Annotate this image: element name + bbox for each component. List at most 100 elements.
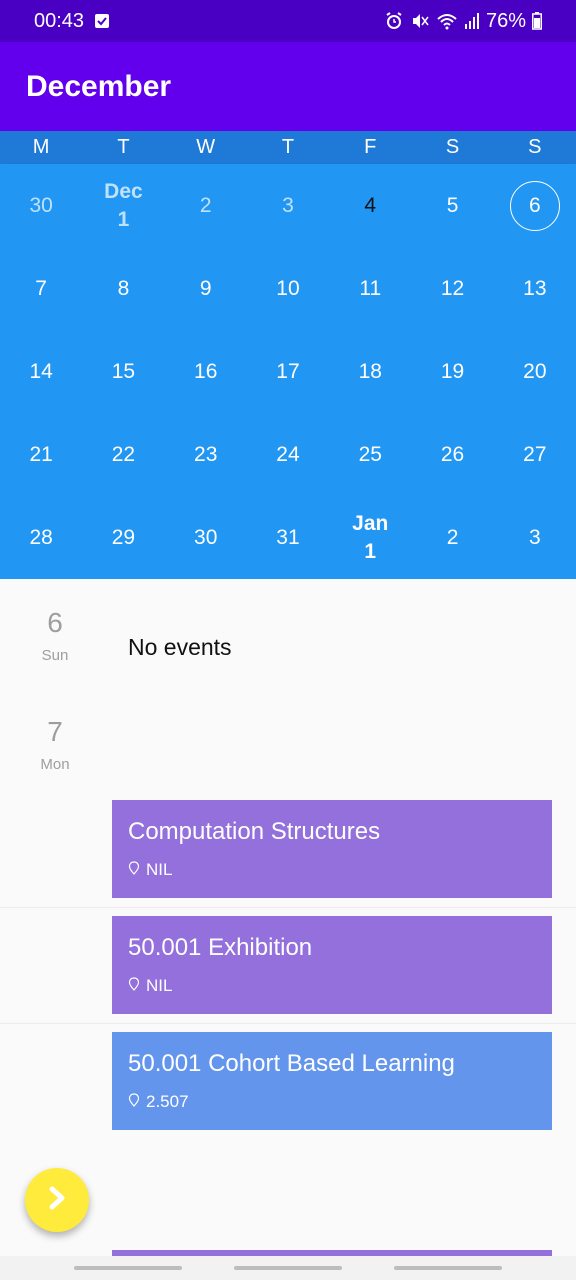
calendar-day-cell[interactable]: 7 [0,247,82,330]
calendar-day-number: 31 [276,525,300,549]
calendar-day-cell[interactable]: 22 [82,413,164,496]
event-location: NIL [146,860,173,879]
calendar-day-cell[interactable]: 28 [0,496,82,579]
weekday-label: W [196,136,216,158]
calendar-day-cell[interactable]: 27 [494,413,576,496]
calendar-day-cell[interactable]: 2 [411,496,493,579]
calendar-day-cell[interactable]: 16 [165,330,247,413]
event-card[interactable]: Computation Structures NIL [112,800,552,898]
calendar-day-cell[interactable]: 31 [247,496,329,579]
nav-back-handle[interactable] [394,1266,502,1270]
status-bar: 00:43 76% [0,0,576,42]
calendar-day-number: 5 [446,193,459,217]
location-pin-icon [128,860,140,880]
calendar-day-cell[interactable]: 8 [82,247,164,330]
calendar-day-cell[interactable]: 21 [0,413,82,496]
calendar-day-number: 24 [276,442,300,466]
calendar-day-cell[interactable]: 26 [411,413,493,496]
calendar-week-row: 28 29 30 31 Jan 1 2 3 [0,496,576,579]
calendar-week-row: 30 Dec 1 2 3 4 5 6 [0,164,576,247]
battery-icon [532,12,542,30]
calendar-day-number: 9 [199,276,212,300]
divider [0,1023,576,1024]
calendar-day-number: 26 [440,442,465,466]
calendar-day-number: 2 [446,525,459,549]
weekday-label: T [117,136,130,158]
day-number: 7 [47,716,63,747]
divider [0,907,576,908]
event-card[interactable]: 50.001 Cohort Based Learning 2.507 [112,1032,552,1130]
calendar-day-cell[interactable]: Jan 1 [329,496,411,579]
calendar-day-cell[interactable]: 14 [0,330,82,413]
calendar-day-cell[interactable]: 6 [494,164,576,247]
calendar-day-cell[interactable]: 23 [165,413,247,496]
calendar-day-cell[interactable]: 20 [494,330,576,413]
calendar-day-number: 28 [29,525,53,549]
no-events-text: No events [128,634,232,660]
day-name: Mon [40,756,70,773]
mute-icon [410,11,430,31]
calendar-day-cell[interactable]: 4 [329,164,411,247]
month-calendar: 30 Dec 1 2 3 4 5 6 7 8 9 10 11 12 13 14 15 16 17 18 19 20 21 2… [0,164,576,579]
calendar-day-number: 14 [29,359,53,383]
event-title: 50.001 Exhibition [128,934,313,961]
calendar-day-cell[interactable]: 30 [0,164,82,247]
chevron-right-icon [43,1184,71,1217]
calendar-day-cell[interactable]: 15 [82,330,164,413]
calendar-day-cell[interactable]: 25 [329,413,411,496]
calendar-day-cell[interactable]: 3 [247,164,329,247]
calendar-day-number: 8 [117,276,130,300]
calendar-day-number: 25 [358,442,382,466]
day-number: 6 [47,607,63,638]
month-title: December [26,69,172,103]
nav-recents-handle[interactable] [74,1266,182,1270]
calendar-day-number: 16 [194,359,218,383]
location-pin-icon [128,976,140,996]
calendar-day-number: 11 [359,276,382,300]
agenda-day[interactable]: 6 Sun [0,607,110,664]
calendar-week-row: 21 22 23 24 25 26 27 [0,413,576,496]
calendar-day-number: 10 [276,276,300,300]
alarm-icon [384,11,404,31]
calendar-day-number: 21 [29,442,53,466]
calendar-day-number: 7 [35,276,47,300]
calendar-day-number: 3 [282,193,294,217]
calendar-day-number: 15 [111,359,136,383]
day-name: Sun [41,647,69,664]
calendar-day-cell[interactable]: 18 [329,330,411,413]
agenda-day[interactable]: 7 Mon [0,716,110,773]
calendar-day-cell[interactable]: 3 [494,496,576,579]
next-fab-button[interactable] [25,1168,89,1232]
calendar-day-cell[interactable]: 9 [165,247,247,330]
calendar-day-number: Jan 1 [352,511,389,563]
calendar-day-number: Dec 1 [104,179,143,231]
calendar-day-number: 18 [358,359,382,383]
calendar-day-cell[interactable]: 10 [247,247,329,330]
calendar-day-cell[interactable]: 19 [411,330,493,413]
calendar-day-cell[interactable]: 17 [247,330,329,413]
app-bar: December [0,42,576,131]
notification-check-icon [94,13,110,29]
calendar-day-cell[interactable]: 29 [82,496,164,579]
battery-percent: 76% [485,9,526,32]
agenda-list: 6 Sun No events 7 Mon Computation Struct… [0,579,576,1259]
event-title: Computation Structures [128,818,381,845]
calendar-day-cell[interactable]: Dec 1 [82,164,164,247]
calendar-day-cell[interactable]: 13 [494,247,576,330]
calendar-day-cell[interactable]: 24 [247,413,329,496]
weekday-label: T [281,136,295,158]
calendar-day-cell[interactable]: 5 [411,164,493,247]
weekday-label: S [528,136,542,158]
event-location: 2.507 [146,1092,189,1111]
calendar-day-number: 23 [194,442,218,466]
event-card[interactable]: 50.001 Exhibition NIL [112,916,552,1014]
wifi-icon [436,11,458,31]
weekday-label: F [364,136,377,158]
calendar-day-cell[interactable]: 2 [165,164,247,247]
nav-home-handle[interactable] [234,1266,342,1270]
calendar-day-number: 30 [29,193,53,217]
calendar-day-cell[interactable]: 30 [165,496,247,579]
calendar-week-row: 14 15 16 17 18 19 20 [0,330,576,413]
calendar-day-cell[interactable]: 11 [329,247,411,330]
calendar-day-cell[interactable]: 12 [411,247,493,330]
